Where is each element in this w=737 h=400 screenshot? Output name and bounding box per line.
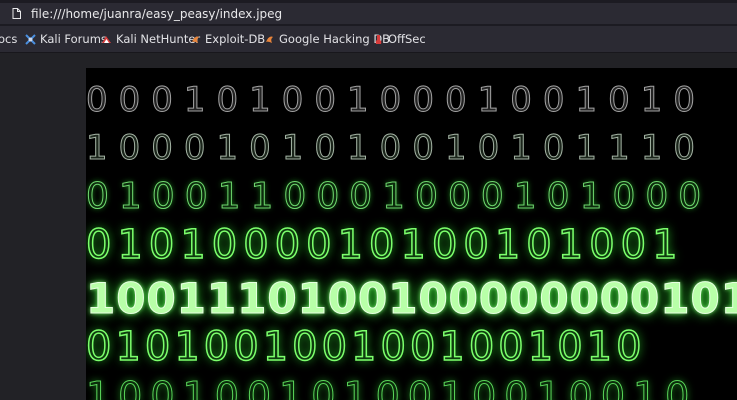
bookmark-label: Kali NetHunter [116, 32, 201, 46]
binary-row: 1001001010010010010 [86, 374, 698, 400]
binary-image[interactable]: 0001010010001001010 1000101010010101110 … [86, 68, 737, 400]
url-field[interactable]: file:///home/juanra/easy_peasy/index.jpe… [0, 3, 737, 24]
bookmark-kali-nethunter[interactable]: Kali NetHunter [101, 31, 200, 47]
binary-row: 0100110001000101000 [86, 176, 712, 218]
exploit-db-icon [192, 36, 199, 43]
bookmark-kali-docs[interactable]: ocs [0, 31, 17, 47]
bookmark-label: Exploit-DB [205, 32, 266, 46]
bookmark-label: Kali Forums [40, 32, 107, 46]
binary-row: 1000101010010101110 [86, 128, 707, 169]
url-text: file:///home/juanra/easy_peasy/index.jpe… [31, 7, 283, 21]
binary-row: 10011101001000000001010 [86, 274, 737, 324]
bookmark-label: ocs [0, 32, 18, 46]
bookmark-google-hacking-db[interactable]: Google Hacking DB [264, 31, 390, 47]
bookmark-kali-forums[interactable]: Kali Forums [25, 31, 107, 47]
bookmark-offsec[interactable]: OffSec [373, 31, 426, 47]
kali-nethunter-icon [102, 35, 111, 43]
bookmarks-toolbar: ocs Kali Forums Kali NetHunter Exploit-D… [0, 26, 737, 53]
address-bar: file:///home/juanra/easy_peasy/index.jpe… [0, 0, 737, 26]
kali-forums-icon [25, 33, 36, 45]
binary-row: 0101001001001001010 [86, 323, 646, 371]
binary-row: 0101000010100101001 [86, 221, 684, 269]
page-icon [12, 8, 21, 19]
bookmark-label: OffSec [388, 32, 426, 46]
binary-row: 0001010010001001010 [86, 80, 707, 121]
bookmark-exploit-db[interactable]: Exploit-DB [190, 31, 265, 47]
offsec-icon [375, 34, 382, 44]
google-hacking-db-icon [266, 36, 273, 43]
